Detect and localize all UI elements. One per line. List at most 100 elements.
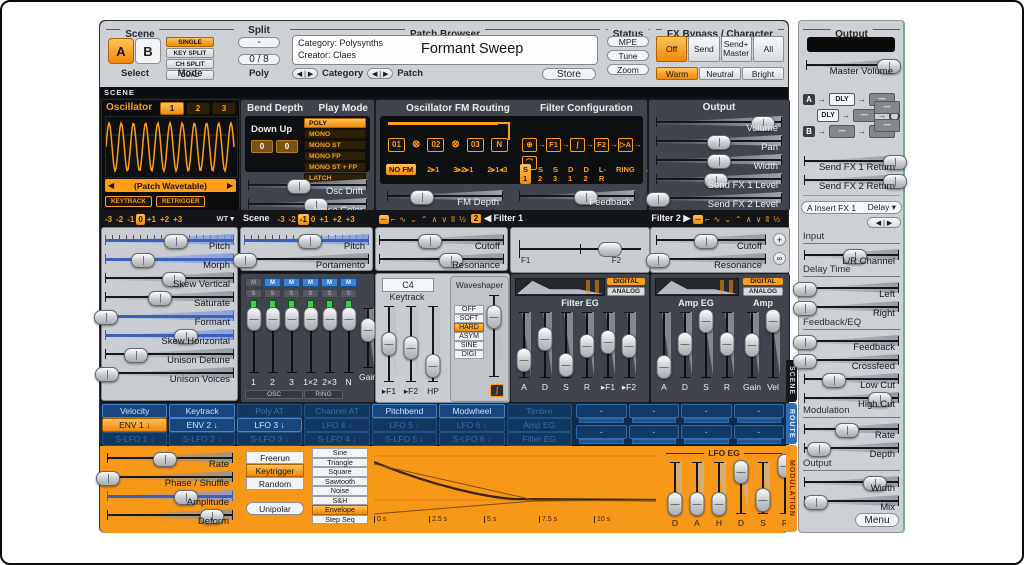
osc-octave-0[interactable]: 0 [136,214,144,225]
vslider-f1[interactable]: ▸F1 [599,310,617,393]
oscillator-tab-1[interactable]: 1 [160,102,184,115]
slider-depth[interactable]: Depth [801,439,902,458]
status-button-tune[interactable]: Tune [607,50,649,61]
lfo-shape-envelope[interactable]: Envelope [312,505,368,515]
lfo-shape-triangle[interactable]: Triangle [312,458,368,468]
filter-config-mode-s-3[interactable]: S 3 [550,164,561,184]
mod-source-env-1[interactable]: ENV 1 ↓ [102,418,167,432]
slider-pitch[interactable]: Pitch [102,231,237,250]
slider-resonance[interactable]: Resonance [376,250,507,269]
oscillator-tab-3[interactable]: 3 [212,102,236,115]
slider-handle[interactable] [646,192,670,207]
mod-source-lfo-5[interactable]: LFO 5 ↓ [372,418,437,432]
fm-mode-no-fm[interactable]: NO FM [386,164,416,175]
mute-button[interactable]: M [283,278,300,287]
fm-node-item[interactable]: ⊗ [451,139,459,151]
mod-source-s-lfo-4[interactable]: S-LFO 4 ↓ [304,432,369,446]
vslider-d[interactable]: D [536,310,554,393]
vslider-d[interactable]: D [676,310,694,392]
mute-button[interactable]: M [264,278,281,287]
vslider-h[interactable]: H [710,460,728,528]
filter2-type-icon-item[interactable]: ∧ [744,215,754,224]
slider-handle[interactable] [745,333,760,357]
patch-prev-next-button[interactable]: ◀ | ▶ [367,68,393,79]
slider-pan[interactable]: Pan [653,132,785,151]
slider-handle[interactable] [694,234,718,249]
mod-slot-item[interactable]: - [576,404,627,418]
mod-source-s-lfo-1[interactable]: S-LFO 1 ↓ [102,432,167,446]
fader-handle[interactable] [284,307,299,331]
filter1-type-icon-item[interactable]: ∿ [397,215,408,224]
mod-source-filter-eg[interactable]: Filter EG [507,432,572,446]
osc-octave-1[interactable]: -1 [125,214,136,225]
slider-handle[interactable] [153,452,177,467]
filter-config-mode-d-1[interactable]: D 1 [565,164,576,184]
retrigger-toggle[interactable]: RETRIGGER [156,196,205,207]
vslider-s[interactable]: S [697,310,715,392]
filter2-type-icon-item[interactable]: ⌄ [722,215,733,224]
filter2-type-icon-item[interactable]: ⌃ [733,215,744,224]
filter2-link-button[interactable]: ∞ [773,252,786,265]
mod-source-s-lfo-5[interactable]: S-LFO 5 ↓ [372,432,437,446]
mod-source-s-lfo-6[interactable]: S-LFO 6 ↓ [439,432,504,446]
wt-selector[interactable]: WT ▾ [216,214,234,223]
slider-send-fx-2-return[interactable]: Send FX 2 Return [801,171,902,190]
vslider-f2[interactable]: ▸F2 [620,310,638,393]
slider-handle[interactable] [720,332,735,356]
mod-slot-item[interactable]: - [681,425,732,439]
waveshaper-type-hard[interactable]: HARD [454,323,484,332]
solo-button[interactable]: S [321,289,338,298]
mod-source-modwheel[interactable]: Modwheel [439,404,504,418]
osc-octave-2[interactable]: -2 [114,214,125,225]
slider-cutoff[interactable]: Cutoff [653,231,769,250]
osc-octave-2[interactable]: +2 [158,214,171,225]
mod-source-keytrack[interactable]: Keytrack [169,404,234,418]
mod-source-env-2[interactable]: ENV 2 ↓ [169,418,234,432]
filter-display-handle[interactable] [598,242,622,257]
slider-handle[interactable] [793,354,817,369]
waveshaper-type-soft[interactable]: SOFT [454,314,484,323]
slider-crossfeed[interactable]: Crossfeed [801,351,902,370]
slider-handle[interactable] [646,253,670,268]
slider-handle[interactable] [426,354,441,378]
slider-handle[interactable] [148,291,172,306]
slider-handle[interactable] [807,442,831,457]
fx-route-send1[interactable]: DLY [817,109,839,122]
character-button-warm[interactable]: Warm [656,67,698,80]
slider-osc-drift[interactable]: Osc Drift [245,176,370,195]
slider-feedback[interactable]: Feedback [801,332,902,351]
vslider-a[interactable]: A [655,310,673,392]
slider-deform[interactable]: Deform [104,506,236,525]
filter1-type-icon-item[interactable]: ∨ [439,215,449,224]
oscillator-waveform-display[interactable] [105,116,238,178]
lfo-shape-step-seq[interactable]: Step Seq [312,515,368,525]
fader-handle[interactable] [303,307,318,331]
slider-right[interactable]: Right [801,298,902,317]
slider-handle[interactable] [580,334,595,358]
play-mode-mono[interactable]: MONO [304,129,366,139]
mod-source-lfo-4[interactable]: LFO 4 ↓ [304,418,369,432]
fx-route-insert-a[interactable]: DLY [829,93,855,106]
slider-handle[interactable] [287,179,311,194]
waveshaper-type-off[interactable]: OFF [454,305,484,314]
tab-modulation[interactable]: MODULATION [786,445,797,532]
slider-handle[interactable] [487,305,502,329]
slider-handle[interactable] [233,253,257,268]
fm-mode-3-2-1[interactable]: 3▸2▸1 [450,164,476,175]
split-value[interactable]: - [238,37,280,48]
mute-button[interactable]: M [321,278,338,287]
filter1-type-icon-item[interactable]: ⌄ [408,215,419,224]
oscillator-tab-2[interactable]: 2 [186,102,210,115]
slider-handle[interactable] [622,334,637,358]
fm-node-n[interactable]: N [491,138,508,152]
mod-source-amp-eg[interactable]: Amp EG [507,418,572,432]
slider-handle[interactable] [559,353,574,377]
fader-handle[interactable] [246,307,261,331]
scene-mode-key-split[interactable]: KEY SPLIT [166,48,214,58]
slider-handle[interactable] [822,373,846,388]
scene-octave-3[interactable]: -3 [276,214,287,225]
slider-handle[interactable] [517,348,532,372]
filter1-label[interactable]: ◀ Filter 1 [484,213,523,224]
slider-handle[interactable] [298,234,322,249]
lfo-shape-sawtooth[interactable]: Sawtooth [312,477,368,487]
